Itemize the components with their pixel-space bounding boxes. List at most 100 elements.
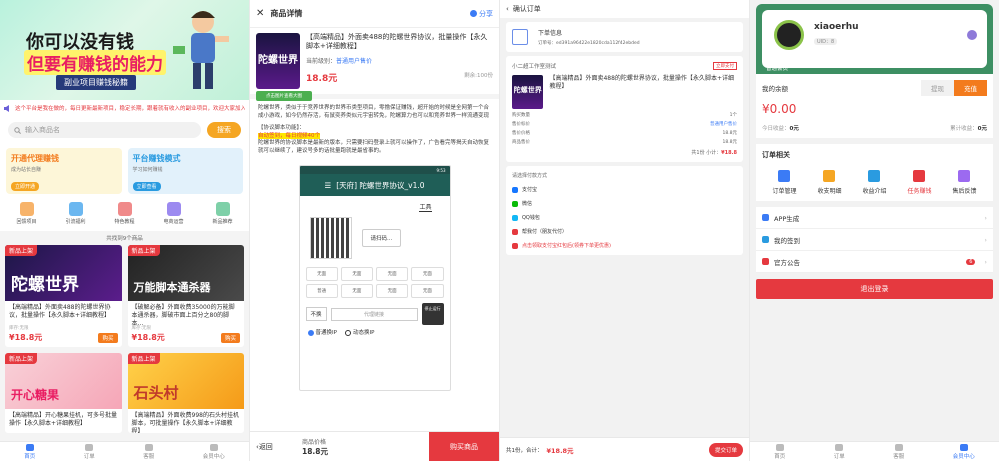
product-grid: 新品上架 陀螺世界 【高端精品】外面卖488的陀螺世界协议，批量操作【永久脚本+… xyxy=(0,245,249,433)
tab-member[interactable]: 会员中心 xyxy=(953,443,975,460)
course-icon xyxy=(117,202,132,216)
chevron-right-icon: › xyxy=(984,235,987,244)
avatar[interactable] xyxy=(774,20,804,50)
submit-order-button[interactable]: 提交订单 xyxy=(708,442,743,457)
mode-card-pill: 立即查看 xyxy=(132,182,161,191)
close-icon[interactable]: ✕ xyxy=(256,8,264,19)
product-title: 【破解必备】外面收费35000的万能脚本通杀器，脚破市面上百分之80的脚本... xyxy=(131,304,235,325)
product-count: 共找到9个商品 xyxy=(0,231,249,245)
search-icon xyxy=(14,126,21,134)
order-info: 下单信息 订单号：ed391a96422e1820cda112f42ebded xyxy=(506,22,743,52)
after-sale[interactable]: 售后反馈 xyxy=(952,170,977,195)
tab-home[interactable]: 首页 xyxy=(24,443,35,460)
product-title: 【高端精品】开心糖果挂机，可多号批量操作【永久脚本+详细教程】 xyxy=(9,412,118,427)
buy-button[interactable]: 购买 xyxy=(98,332,118,343)
product-thumbnail[interactable]: 陀螺世界 点击图片查看大图 xyxy=(256,33,312,101)
tab-member[interactable]: 会员中心 xyxy=(203,443,225,460)
redpacket-icon xyxy=(512,242,518,249)
category-item[interactable]: 电商运营 xyxy=(154,202,194,225)
product-card[interactable]: 新品上架 开心糖果 【高端精品】开心糖果挂机，可多号批量操作【永久脚本+详细教程… xyxy=(5,353,122,433)
tab-orders[interactable]: 订单 xyxy=(84,443,95,460)
pay-option-wechat[interactable]: 微信 xyxy=(512,200,737,207)
recharge-button[interactable]: 充值 xyxy=(954,80,987,96)
member-level: 普通会员 REGULAR MEMBERS xyxy=(766,64,983,72)
service-icon xyxy=(894,443,903,451)
qr-code-icon xyxy=(309,217,352,259)
tool-tab: 工具 xyxy=(419,204,432,212)
order-screen: ‹ 确认订单 下单信息 订单号：ed391a96422e1820cda112f4… xyxy=(500,0,749,461)
share-icon xyxy=(470,10,477,17)
option-grid: 无面 无面 无面 无面 普通 无面 无面 无面 xyxy=(300,265,450,300)
promo-cards: 开通代理赚钱 成为站长自赚 立即开通 平台赚钱模式 学习如何赚钱 立即查看 xyxy=(0,144,249,198)
buy-product-button[interactable]: 购买商品 xyxy=(429,431,499,461)
back-button[interactable]: ‹返回 xyxy=(250,442,292,452)
category-item[interactable]: 新品推荐 xyxy=(203,202,243,225)
total-earnings: 0元 xyxy=(977,126,987,132)
order-total: ¥18.8元 xyxy=(546,446,574,455)
subtotal: 共1份 小计：¥18.8 xyxy=(691,150,737,156)
task-earn[interactable]: 任务赚钱 xyxy=(907,170,932,195)
detail-screen: ✕ 商品详情 分享 陀螺世界 点击图片查看大图 【高端精品】外面卖488的陀螺世… xyxy=(250,0,499,461)
order-manage[interactable]: 订单管理 xyxy=(772,170,797,195)
search-input[interactable]: 输入商品名 xyxy=(8,122,201,138)
buy-button[interactable]: 购买 xyxy=(220,332,240,343)
stop-button: 停止运行 xyxy=(421,303,444,325)
income-detail-icon xyxy=(823,170,836,182)
notice-icon xyxy=(762,258,769,265)
category-icons: 回馈项目 引流福利 特色教程 电商运营 新品推荐 xyxy=(0,198,249,231)
redpacket-hint[interactable]: 点击领取支付宝红包后(领券下单更优惠) xyxy=(512,242,737,249)
income-detail[interactable]: 收支明细 xyxy=(817,170,842,195)
mode-card-title: 平台赚钱模式 xyxy=(132,154,181,163)
category-item[interactable]: 引流福利 xyxy=(56,202,96,225)
product-title: 【高端精品】外面卖488的陀螺世界协议，批量操作【永久脚本+详细教程】 xyxy=(306,33,488,50)
category-item[interactable]: 回馈项目 xyxy=(7,202,47,225)
tab-service[interactable]: 客服 xyxy=(143,443,154,460)
tab-orders[interactable]: 订单 xyxy=(834,443,845,460)
level-line: 当前级别：普通用户售价 xyxy=(306,58,373,65)
product-card[interactable]: 新品上架 石头村 【高端精品】外面收费998的石头村挂机脚本，可批量操作【永久脚… xyxy=(127,353,244,433)
menu-item-app[interactable]: APP生成 › xyxy=(756,207,993,229)
member-icon xyxy=(209,443,218,451)
menu-item-notice[interactable]: 官方公告 6 › xyxy=(756,251,993,273)
pay-option-alipay[interactable]: 支付宝 xyxy=(512,186,737,193)
agent-card[interactable]: 开通代理赚钱 成为站长自赚 立即开通 xyxy=(6,148,122,194)
notice-bar[interactable]: 这个平台是我在做的，每日更新最新项目，稳定长期，跟着就有收入的副业项目，欢迎大家… xyxy=(0,100,249,116)
member-menu: APP生成 › 我的签到 › 官方公告 6 › xyxy=(756,207,993,273)
pay-option-friend[interactable]: 帮我付（朋友代付） xyxy=(512,228,737,235)
logout-button[interactable]: 退出登录 xyxy=(756,279,993,299)
detail-header: ✕ 商品详情 分享 xyxy=(250,0,499,28)
tab-home[interactable]: 首页 xyxy=(774,443,785,460)
view-image-button[interactable]: 点击图片查看大图 xyxy=(256,91,312,101)
gear-icon[interactable] xyxy=(967,30,977,40)
product-info: 【高端精品】外面卖488的陀螺世界协议，批量操作【永久脚本+详细教程】 当前级别… xyxy=(306,33,493,89)
product-price: 18.8元 xyxy=(306,74,338,84)
bottom-tabbar: 首页 订单 客服 会员中心 xyxy=(750,441,999,461)
balance-card: 我的余额 提现 充值 ¥0.00 今日收益：0元 累计收益：0元 xyxy=(756,74,993,138)
username: xiaoerhu xyxy=(814,22,859,32)
bottom-tabbar: 首页 订单 客服 会员中心 xyxy=(0,441,249,461)
menu-item-signin[interactable]: 我的签到 › xyxy=(756,229,993,251)
back-icon[interactable]: ‹ xyxy=(506,5,509,13)
promo-banner[interactable]: 你可以没有钱 但要有赚钱的能力 副业项目赚钱秘籍 xyxy=(0,0,249,100)
mode-card[interactable]: 平台赚钱模式 学习如何赚钱 立即查看 xyxy=(127,148,243,194)
product-card[interactable]: 新品上架 陀螺世界 【高端精品】外面卖488的陀螺世界协议，批量操作【永久脚本+… xyxy=(5,245,122,347)
user-card: xiaoerhu UID：8 xyxy=(762,10,987,68)
earnings-intro[interactable]: 收益介绍 xyxy=(862,170,887,195)
pay-option-qq[interactable]: QQ钱包 xyxy=(512,214,737,221)
category-item[interactable]: 特色教程 xyxy=(105,202,145,225)
product-card[interactable]: 新品上架 万能脚本通杀器 【破解必备】外面收费35000的万能脚本通杀器，脚破市… xyxy=(127,245,244,347)
tab-service[interactable]: 客服 xyxy=(893,443,904,460)
order-number: 订单号：ed391a96422e1820cda112f42ebded xyxy=(538,41,640,46)
withdraw-button[interactable]: 提现 xyxy=(921,80,954,96)
status-badge: 立即支付 xyxy=(713,62,737,70)
wechat-icon xyxy=(512,200,518,207)
status-bar: 9:53 xyxy=(299,166,450,174)
new-icon xyxy=(215,202,230,216)
search-button[interactable]: 搜索 xyxy=(207,122,241,138)
radio-off-icon xyxy=(344,329,351,336)
mode-card-sub: 学习如何赚钱 xyxy=(132,167,163,173)
order-manage-icon xyxy=(778,170,791,182)
product-image: 新品上架 陀螺世界 xyxy=(5,245,122,301)
share-button[interactable]: 分享 xyxy=(470,9,493,19)
order-icon xyxy=(835,443,844,451)
